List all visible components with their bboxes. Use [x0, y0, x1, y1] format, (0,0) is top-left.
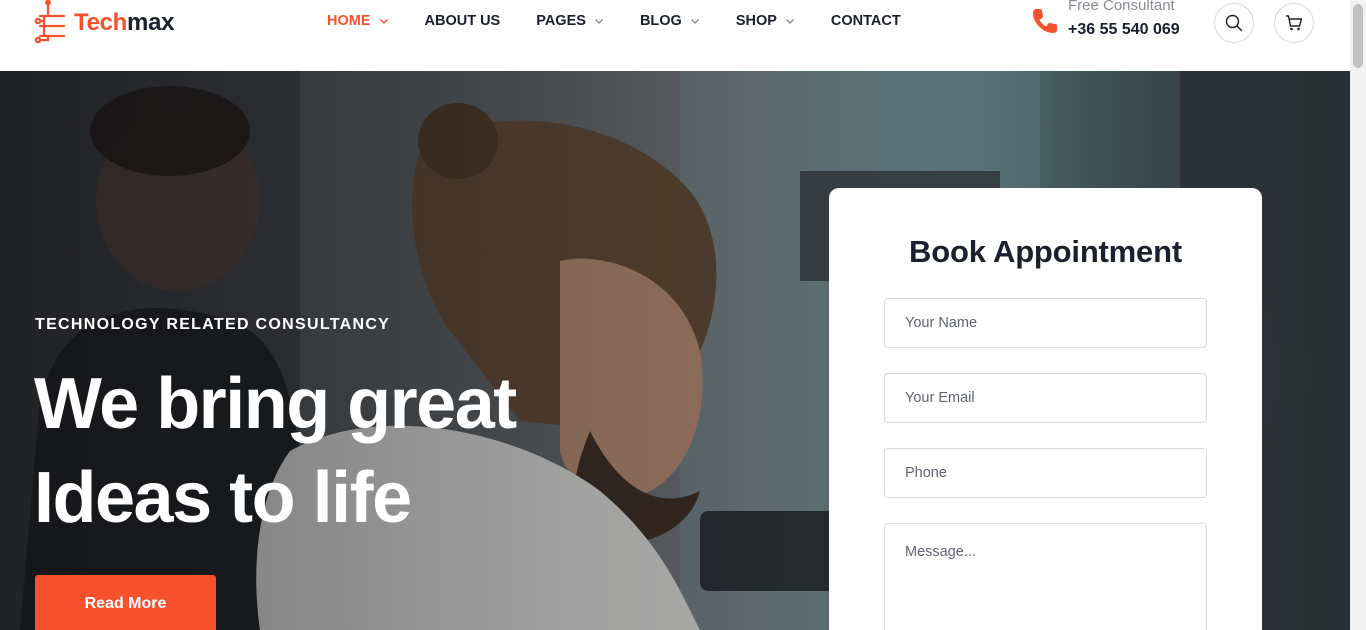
nav-item-label: PAGES [536, 13, 586, 29]
read-more-button[interactable]: Read More [35, 575, 216, 630]
nav-item-label: HOME [327, 13, 371, 29]
main-nav: HOME ABOUT US PAGES BLOG SHOP CONTACT [327, 13, 937, 29]
nav-item-contact[interactable]: CONTACT [831, 13, 901, 29]
logo-text-part1: Tech [74, 9, 128, 36]
nav-item-home[interactable]: HOME [327, 13, 389, 29]
logo-text-part2: max [127, 9, 175, 36]
consult-phone-number[interactable]: +36 55 540 069 [1068, 16, 1180, 44]
phone-icon [1033, 9, 1057, 33]
hero-kicker: TECHNOLOGY RELATED CONSULTANCY [35, 316, 391, 333]
cart-icon [1286, 15, 1303, 31]
nav-item-label: CONTACT [830, 13, 901, 29]
search-button[interactable] [1214, 3, 1254, 43]
chevron-down-icon [379, 19, 388, 24]
page-scrollbar[interactable] [1350, 0, 1366, 630]
email-field[interactable]: Your Email [884, 373, 1207, 423]
phone-field[interactable]: Phone [884, 448, 1207, 498]
nav-item-pages[interactable]: PAGES [536, 13, 604, 29]
message-field[interactable]: Message... [884, 523, 1207, 630]
page: Techmax HOME ABOUT US PAGES BLOG SHOP CO… [0, 0, 1366, 630]
nav-item-label: BLOG [639, 13, 682, 29]
nav-item-label: SHOP [735, 13, 777, 29]
site-header: Techmax HOME ABOUT US PAGES BLOG SHOP CO… [0, 0, 1350, 71]
appointment-form: Book Appointment Your Name Your Email Ph… [829, 188, 1262, 630]
logo-circuit-icon [34, 0, 66, 44]
nav-item-about-us[interactable]: ABOUT US [425, 13, 501, 29]
chevron-down-icon [594, 19, 603, 24]
chevron-down-icon [690, 19, 699, 24]
consult-label: Free Consultant [1068, 0, 1175, 14]
nav-item-shop[interactable]: SHOP [736, 13, 795, 29]
chevron-down-icon [785, 19, 794, 24]
free-consultant[interactable]: Free Consultant +36 55 540 069 [1030, 0, 1180, 44]
search-icon [1225, 14, 1243, 32]
logo[interactable]: Techmax [34, 0, 174, 46]
cart-button[interactable] [1274, 3, 1314, 43]
nav-item-label: ABOUT US [424, 13, 501, 29]
name-field[interactable]: Your Name [884, 298, 1207, 348]
nav-item-blog[interactable]: BLOG [640, 13, 700, 29]
hero-title: We bring great Ideas to life [34, 364, 517, 538]
consult-text: Free Consultant +36 55 540 069 [1068, 0, 1180, 44]
form-title: Book Appointment [909, 234, 1182, 269]
scrollbar-thumb[interactable] [1353, 4, 1363, 68]
logo-text: Techmax [74, 9, 174, 37]
